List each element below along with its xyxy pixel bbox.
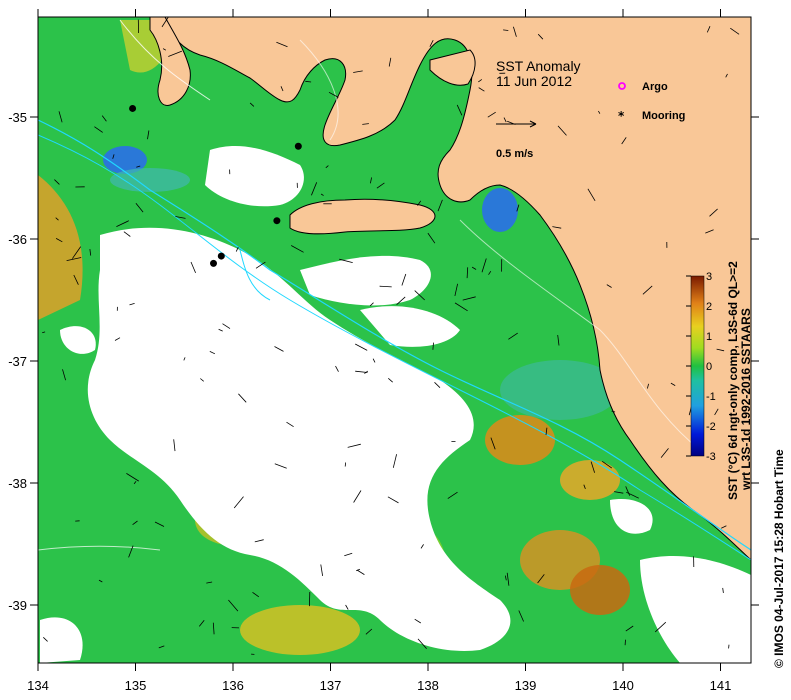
colorbar-tick-label: -2 [706,421,716,433]
map-date: 11 Jun 2012 [496,73,572,89]
x-tick-label: 140 [612,678,634,693]
mooring-marker [217,252,225,260]
colorbar-label-2: wrt L3S-1d 1992-2016 SSTAARS [739,308,753,491]
mooring-marker [129,104,137,112]
x-tick-label: 138 [417,678,439,693]
colorbar-tick-label: 0 [706,361,712,373]
mooring-marker [294,142,302,150]
legend-argo-label: Argo [642,81,668,93]
colorbar-tick-label: 2 [706,301,712,313]
x-tick-label: 137 [320,678,342,693]
land-kangaroo-island [289,198,436,235]
legend-vector-scale: 0.5 m/s [496,148,533,160]
warm-anomaly-patch [485,415,555,465]
map-title: SST Anomaly [496,58,581,74]
x-tick-label: 136 [222,678,244,693]
credit-text: © IMOS 04-Jul-2017 15:28 Hobart Time [772,449,786,668]
x-tick-label: 134 [27,678,49,693]
y-tick-label: -39 [8,598,27,613]
mooring-marker [210,259,217,267]
legend-mooring-label: Mooring [642,110,685,122]
y-tick-label: -37 [8,354,27,369]
y-tick-label: -35 [8,110,27,125]
x-tick-label: 139 [515,678,537,693]
x-tick-label: 141 [710,678,732,693]
x-tick-label: 135 [125,678,147,693]
colorbar-label-1: SST (°C) 6d ngt-only comp, L3S-6d QL>=2 [726,261,740,500]
y-tick-label: -38 [8,476,27,491]
colorbar-tick-label: 3 [706,271,712,283]
colorbar-tick-label: -3 [706,451,716,463]
mooring-marker [273,217,281,225]
colorbar [690,275,705,457]
colorbar-tick-label: 1 [706,331,712,343]
colorbar-tick-label: -1 [706,391,716,403]
y-tick-label: -36 [8,232,27,247]
mooring-icon: * [618,109,625,123]
cold-anomaly-patch [482,188,518,232]
